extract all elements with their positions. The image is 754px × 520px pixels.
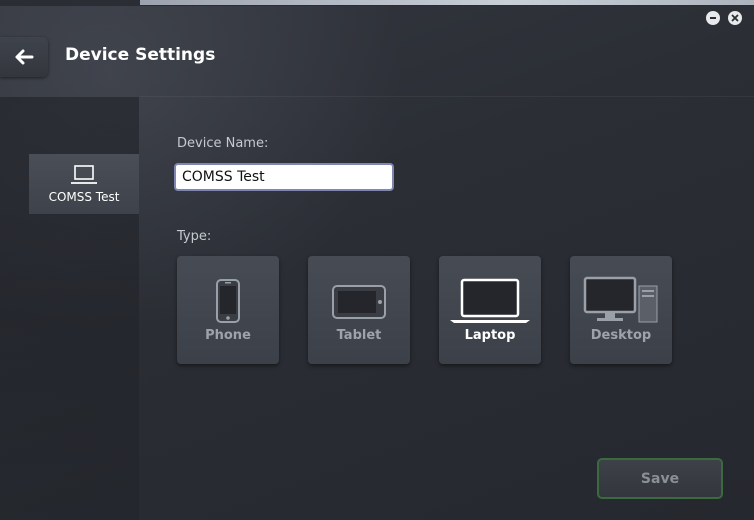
window-top-highlight xyxy=(140,0,754,5)
tablet-icon xyxy=(332,285,386,319)
back-button[interactable] xyxy=(0,37,48,77)
device-name-input[interactable] xyxy=(174,163,394,191)
close-button[interactable] xyxy=(728,11,742,25)
desktop-icon xyxy=(583,276,658,323)
type-desktop-label: Desktop xyxy=(590,328,652,343)
type-tablet-label: Tablet xyxy=(336,328,382,343)
minus-icon xyxy=(710,17,716,19)
device-name-label: Device Name: xyxy=(177,136,269,151)
laptop-icon xyxy=(71,165,97,184)
sidebar-device-label: COMSS Test xyxy=(48,190,120,204)
type-phone-button[interactable]: Phone xyxy=(177,256,279,364)
header: Device Settings xyxy=(0,6,754,96)
sidebar-device-item[interactable]: COMSS Test xyxy=(29,154,139,214)
page-title: Device Settings xyxy=(65,45,216,65)
header-divider xyxy=(140,96,754,97)
type-phone-label: Phone xyxy=(205,328,251,343)
arrow-left-icon xyxy=(15,49,34,65)
type-tablet-button[interactable]: Tablet xyxy=(308,256,410,364)
laptop-icon xyxy=(450,278,530,323)
save-button[interactable]: Save xyxy=(597,458,723,499)
type-laptop-button[interactable]: Laptop xyxy=(439,256,541,364)
type-laptop-label: Laptop xyxy=(464,328,516,343)
minimize-button[interactable] xyxy=(706,11,720,25)
close-icon xyxy=(731,14,739,22)
phone-icon xyxy=(216,279,240,323)
type-label: Type: xyxy=(177,229,212,244)
type-desktop-button[interactable]: Desktop xyxy=(570,256,672,364)
